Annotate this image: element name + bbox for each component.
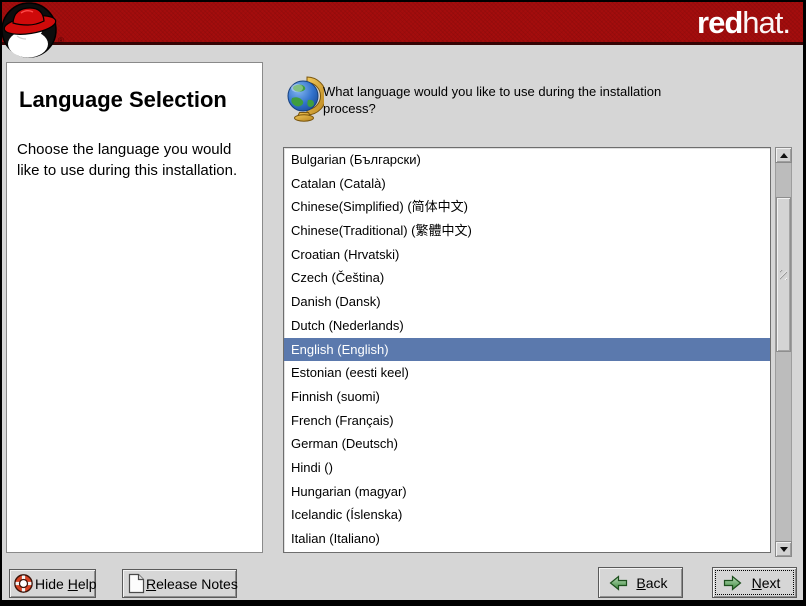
language-option[interactable]: Croatian (Hrvatski) bbox=[284, 243, 770, 267]
language-option[interactable]: Chinese(Traditional) (繁體中文) bbox=[284, 219, 770, 243]
back-button[interactable]: Back bbox=[598, 567, 683, 598]
next-button[interactable]: Next bbox=[712, 567, 797, 598]
button-label: Next bbox=[742, 575, 796, 591]
list-scrollbar[interactable] bbox=[775, 147, 792, 557]
arrow-left-icon bbox=[609, 575, 628, 591]
document-icon bbox=[128, 573, 145, 594]
language-option[interactable]: Hungarian (magyar) bbox=[284, 480, 770, 504]
redhat-shadowman-logo-icon bbox=[1, 1, 59, 59]
release-notes-button[interactable]: Release Notes bbox=[122, 569, 237, 598]
button-label: Hide bbox=[35, 576, 68, 592]
brand-light-text: hat. bbox=[742, 5, 790, 40]
language-option[interactable]: Finnish (suomi) bbox=[284, 385, 770, 409]
arrow-right-icon bbox=[723, 575, 742, 591]
header-banner: redhat. bbox=[2, 2, 803, 45]
lifebuoy-icon bbox=[13, 573, 34, 594]
redhat-wordmark: redhat. bbox=[697, 3, 790, 43]
brand-bold-text: red bbox=[697, 5, 742, 40]
button-label: Back bbox=[628, 575, 682, 591]
scrollbar-thumb[interactable] bbox=[776, 197, 791, 352]
hide-help-button[interactable]: Hide Help bbox=[9, 569, 96, 598]
language-option[interactable]: French (Français) bbox=[284, 409, 770, 433]
language-list[interactable]: Bulgarian (Български)Catalan (Català)Chi… bbox=[283, 147, 771, 553]
chevron-up-icon bbox=[780, 149, 788, 158]
globe-icon bbox=[286, 76, 324, 122]
help-text: Choose the language you would like to us… bbox=[17, 139, 248, 181]
language-option[interactable]: Estonian (eesti keel) bbox=[284, 361, 770, 385]
installer-window: redhat. ® Language Selection Choose the … bbox=[0, 0, 806, 606]
help-panel: Language Selection Choose the language y… bbox=[6, 62, 263, 553]
language-option[interactable]: English (English) bbox=[284, 338, 770, 362]
language-option[interactable]: Bulgarian (Български) bbox=[284, 148, 770, 172]
language-option[interactable]: Icelandic (Íslenska) bbox=[284, 503, 770, 527]
scrollbar-trough[interactable] bbox=[775, 163, 792, 541]
language-option[interactable]: Catalan (Català) bbox=[284, 172, 770, 196]
scroll-up-button[interactable] bbox=[775, 147, 792, 163]
language-option[interactable]: German (Deutsch) bbox=[284, 432, 770, 456]
page-title: Language Selection bbox=[19, 87, 248, 113]
chevron-down-icon bbox=[780, 547, 788, 556]
language-option[interactable]: Czech (Čeština) bbox=[284, 266, 770, 290]
language-option[interactable]: Chinese(Simplified) (简体中文) bbox=[284, 195, 770, 219]
language-option[interactable]: Italian (Italiano) bbox=[284, 527, 770, 551]
language-option[interactable]: Hindi () bbox=[284, 456, 770, 480]
question-text: What language would you like to use duri… bbox=[323, 83, 691, 117]
language-option[interactable]: Danish (Dansk) bbox=[284, 290, 770, 314]
scroll-down-button[interactable] bbox=[775, 541, 792, 557]
trademark-symbol: ® bbox=[58, 36, 64, 45]
language-option[interactable]: Dutch (Nederlands) bbox=[284, 314, 770, 338]
